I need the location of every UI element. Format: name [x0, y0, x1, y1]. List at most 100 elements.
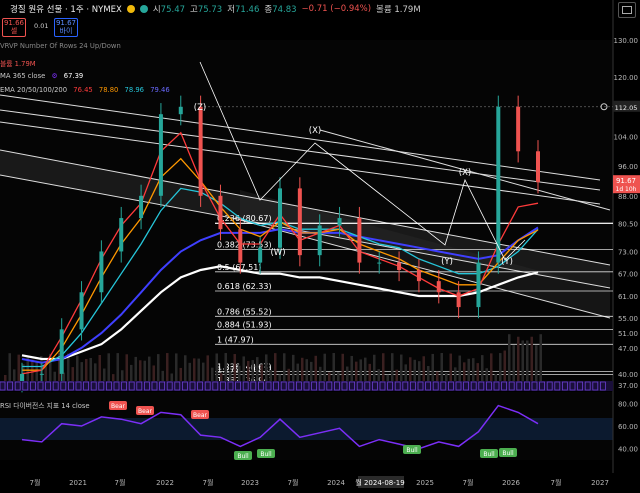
- wave-label-3: (X): [459, 168, 471, 178]
- candle-body: [59, 329, 64, 374]
- volume-bar: [422, 356, 425, 383]
- volume-bar: [526, 340, 529, 383]
- volume-bar: [89, 357, 92, 383]
- volume-bar: [179, 367, 182, 383]
- volume-bar: [224, 353, 227, 383]
- last-close-value: 112.05: [615, 104, 638, 112]
- candle-body: [397, 262, 402, 270]
- price-tick-5: 88.00: [618, 193, 638, 201]
- rsi-badge-label: Bear: [193, 412, 207, 419]
- volume-bar: [211, 367, 214, 383]
- fib-label-6: 1 (47.97): [217, 335, 254, 344]
- sell-button[interactable]: 91.66 셀: [2, 18, 26, 37]
- volume-bar: [517, 336, 520, 383]
- candle-body: [218, 195, 223, 230]
- ema-legend[interactable]: EMA 20/50/100/200 76.45 78.80 78.96 79.4…: [0, 86, 170, 94]
- countdown-value: 1d 10h: [616, 186, 637, 193]
- volume-bar: [418, 361, 421, 383]
- volume-bar: [409, 357, 412, 383]
- layout-icon[interactable]: [618, 2, 636, 18]
- rsi-badge-label: Bull: [260, 451, 272, 458]
- wave-label-0: (W): [270, 248, 285, 258]
- rsi-badge-label: Bear: [138, 408, 152, 415]
- time-tick-7: 2024: [327, 479, 345, 487]
- volume-bar: [193, 358, 196, 383]
- volume-bar: [463, 362, 466, 383]
- volume-bar: [148, 356, 151, 383]
- volume-legend[interactable]: 볼륨 1.79M: [0, 58, 36, 68]
- candle-body: [278, 188, 282, 248]
- chart-stage[interactable]: 130.00120.00112.00104.0096.0088.0080.507…: [0, 0, 640, 493]
- volume-bar: [404, 364, 407, 383]
- time-tick-0: 7월: [30, 478, 41, 487]
- volume-bar: [377, 369, 380, 383]
- wave-label-1: (X): [309, 126, 321, 136]
- volume-bar: [80, 362, 83, 383]
- time-tick-4: 7월: [203, 478, 214, 487]
- volume-bar: [332, 353, 335, 383]
- volume-bar: [499, 353, 502, 383]
- candle-body: [158, 114, 163, 196]
- volume-bar: [305, 359, 308, 383]
- volume-bar: [206, 355, 209, 383]
- volume-bar: [382, 353, 385, 383]
- fib-label-3: 0.618 (62.33): [217, 282, 272, 291]
- volume-bar: [116, 353, 119, 383]
- candle-body: [79, 292, 84, 330]
- volume-bar: [485, 368, 488, 383]
- fib-label-4: 0.786 (55.52): [217, 307, 272, 316]
- d-badge-icon: [126, 5, 135, 13]
- pane-separator: [0, 381, 613, 391]
- candle-body: [436, 281, 441, 293]
- rsi-legend[interactable]: RSI 다이버전스 지표 14 close: [0, 400, 90, 410]
- volume-bar: [301, 357, 304, 383]
- volume-bar: [355, 361, 358, 383]
- price-tick-7: 73.00: [618, 248, 638, 256]
- candle-body: [516, 106, 521, 152]
- candle-body: [39, 373, 44, 375]
- open-value: 75.47: [160, 5, 186, 15]
- time-tick-12: 7월: [551, 478, 562, 487]
- volume-bar: [238, 365, 241, 383]
- vrvp-legend[interactable]: VRVP Number Of Rows 24 Up/Down: [0, 42, 121, 50]
- candle-body: [357, 218, 362, 263]
- candle-body: [416, 270, 421, 282]
- volume-bar: [296, 363, 299, 383]
- price-chart[interactable]: 130.00120.00112.00104.0096.0088.0080.507…: [0, 0, 640, 493]
- volume-bar: [503, 350, 506, 383]
- volume-bar: [368, 363, 371, 383]
- volume-bar: [184, 355, 187, 383]
- candle-body: [496, 106, 501, 263]
- volume-bar: [134, 356, 137, 383]
- rsi-tick-1: 60.00: [618, 423, 638, 431]
- candle-body: [536, 151, 540, 183]
- volume-bar: [467, 358, 470, 383]
- buy-label: 바이: [59, 27, 73, 35]
- wave-label-2: (Y): [441, 257, 453, 267]
- volume-bar: [152, 365, 155, 383]
- volume-bar: [373, 354, 376, 383]
- time-tick-11: 2026: [502, 479, 520, 487]
- candle-body: [297, 188, 302, 256]
- price-tick-8: 67.00: [618, 271, 638, 279]
- price-tick-3: 104.00: [614, 133, 639, 141]
- candle-body: [258, 247, 263, 263]
- price-tick-14: 37.00: [618, 382, 638, 390]
- volume-bar: [274, 353, 277, 383]
- symbol-name[interactable]: 경질 원유 선물 · 1주 · NYMEX: [10, 3, 122, 15]
- volume-bar: [454, 367, 457, 383]
- buy-button[interactable]: 91.67 바이: [54, 18, 78, 37]
- volume-bar: [139, 360, 142, 383]
- ma-legend[interactable]: MA 365 close ⚙ 67.39: [0, 72, 83, 80]
- volume-bar: [391, 353, 394, 383]
- fib-label-1: 0.382 (73.53): [217, 240, 272, 249]
- volume-bar: [476, 363, 479, 383]
- volume-bar: [481, 355, 484, 383]
- volume-bar: [440, 353, 443, 383]
- volume-bar: [314, 355, 317, 383]
- volume-bar: [251, 360, 254, 383]
- volume-bar: [98, 354, 101, 383]
- rsi-badge-label: Bull: [237, 453, 249, 460]
- price-tick-13: 40.00: [618, 371, 638, 379]
- time-tick-6: 7월: [288, 478, 299, 487]
